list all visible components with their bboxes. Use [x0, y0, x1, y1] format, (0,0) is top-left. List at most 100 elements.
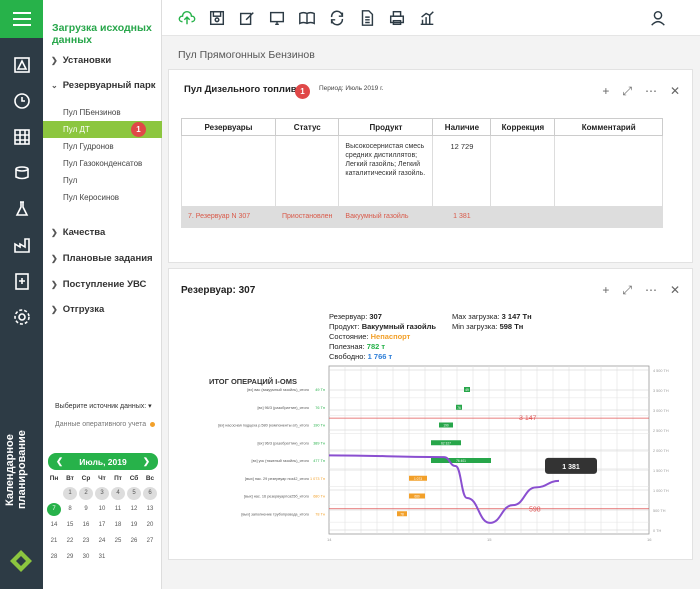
- calendar-day[interactable]: 28: [47, 551, 61, 564]
- clock-icon[interactable]: [10, 90, 34, 112]
- calendar-day[interactable]: 23: [79, 535, 93, 548]
- calendar-day[interactable]: 5: [127, 487, 141, 500]
- book-icon[interactable]: [296, 7, 318, 29]
- nav-item-pool-tar[interactable]: Пул Гудронов: [43, 138, 162, 155]
- info-value: 782 т: [366, 342, 386, 351]
- nav-tank-park[interactable]: ⌄ Резервуарный парк: [51, 80, 156, 91]
- calendar-day[interactable]: 30: [79, 551, 93, 564]
- calendar-next-button[interactable]: ❯: [143, 456, 150, 467]
- nav-shipment[interactable]: ❯ Отгрузка: [51, 304, 104, 315]
- column-header[interactable]: Наличие: [432, 118, 492, 136]
- column-header[interactable]: Коррекция: [490, 118, 556, 136]
- more-icon[interactable]: ⋯: [645, 84, 657, 99]
- calendar-day[interactable]: 13: [143, 503, 157, 516]
- close-icon[interactable]: ✕: [670, 283, 680, 298]
- clipboard-plus-icon[interactable]: [10, 270, 34, 292]
- calendar-day[interactable]: 16: [79, 519, 93, 532]
- nav-quality[interactable]: ❯ Качества: [51, 227, 105, 238]
- refresh-icon[interactable]: [326, 7, 348, 29]
- y-tick-label: 1 000 ТН: [653, 489, 669, 493]
- calendar-day[interactable]: 25: [111, 535, 125, 548]
- expand-icon[interactable]: ⤢: [622, 283, 632, 298]
- calendar-day[interactable]: 18: [111, 519, 125, 532]
- max-line-label: 3 147: [519, 415, 537, 422]
- user-icon[interactable]: [647, 7, 669, 29]
- calendar-day[interactable]: 21: [47, 535, 61, 548]
- status-dot-icon: [150, 422, 156, 427]
- correction-cell[interactable]: [490, 135, 556, 206]
- row-value: 389 Тн: [313, 441, 325, 445]
- save-icon[interactable]: [206, 7, 228, 29]
- calendar-day[interactable]: 1: [63, 487, 77, 500]
- table-row-selected[interactable]: 7. Резервуар N 307 Приостановлен Вакуумн…: [181, 205, 663, 228]
- calendar-day[interactable]: 27: [143, 535, 157, 548]
- add-icon[interactable]: +: [602, 283, 609, 298]
- calendar-day[interactable]: 7: [47, 503, 61, 516]
- calendar-day[interactable]: 14: [47, 519, 61, 532]
- nav-item-pool-gasoline[interactable]: Пул ПБензинов: [43, 104, 162, 121]
- more-icon[interactable]: ⋯: [645, 283, 657, 298]
- calendar-day[interactable]: 11: [111, 503, 125, 516]
- tooltip-value: 1 381: [562, 464, 580, 471]
- calendar-day[interactable]: 2: [79, 487, 93, 500]
- column-header[interactable]: Продукт: [338, 118, 434, 136]
- nav-label: Пул ДТ: [63, 125, 90, 134]
- info-value: Вакуумный газойль: [361, 322, 436, 331]
- source-option[interactable]: Данные оперативного учета: [55, 421, 156, 428]
- calendar-day[interactable]: 6: [143, 487, 157, 500]
- calendar-day[interactable]: 8: [63, 503, 77, 516]
- nav-uvs-input[interactable]: ❯ Поступление УВС: [51, 279, 146, 290]
- calendar-day[interactable]: 4: [111, 487, 125, 500]
- close-icon[interactable]: ✕: [670, 84, 680, 99]
- expand-icon[interactable]: ⤢: [622, 84, 632, 99]
- info-label: Продукт:: [329, 322, 360, 331]
- tank-icon[interactable]: [10, 162, 34, 184]
- column-header[interactable]: Статус: [274, 118, 340, 136]
- column-header[interactable]: Резервуары: [181, 118, 276, 136]
- calendar-day[interactable]: 17: [95, 519, 109, 532]
- calendar-day[interactable]: 10: [95, 503, 109, 516]
- cube-icon[interactable]: [10, 54, 34, 76]
- calendar-weekday: Вт: [66, 475, 74, 482]
- menu-icon[interactable]: [0, 0, 43, 38]
- calendar-prev-button[interactable]: ❮: [56, 456, 63, 467]
- document-icon[interactable]: [356, 7, 378, 29]
- source-select-label: Выберите источник данных:: [55, 403, 147, 410]
- calendar-day[interactable]: 12: [127, 503, 141, 516]
- row-value: 1 073 Тн: [310, 477, 325, 481]
- nav-installations[interactable]: ❯ Установки: [51, 55, 111, 66]
- calendar-day[interactable]: 29: [63, 551, 77, 564]
- plant-icon[interactable]: [10, 234, 34, 256]
- nav-item-pool-condensate[interactable]: Пул Газоконденсатов: [43, 155, 162, 172]
- chart-icon[interactable]: [416, 7, 438, 29]
- edit-icon[interactable]: [236, 7, 258, 29]
- y-tick-label: 2 000 ТН: [653, 449, 669, 453]
- comment-cell[interactable]: [554, 135, 663, 206]
- flask-icon[interactable]: [10, 198, 34, 220]
- calendar-grid: Пн Вт Ср Чт Пт Сб Вс 1 2 3 4 5 6 7 8 9 10 11 12 13 14 15 16 17 1…: [46, 474, 160, 564]
- source-select[interactable]: Выберите источник данных: ▾: [55, 402, 152, 410]
- column-header[interactable]: Комментарий: [554, 118, 663, 136]
- print-icon[interactable]: [386, 7, 408, 29]
- calendar-day[interactable]: 22: [63, 535, 77, 548]
- cloud-upload-icon[interactable]: [176, 7, 198, 29]
- monitor-icon[interactable]: [266, 7, 288, 29]
- table-row[interactable]: Высокосернистая смесь средних дистиллято…: [181, 135, 663, 206]
- add-icon[interactable]: +: [602, 84, 609, 99]
- nav-item-pool-kerosene[interactable]: Пул Керосинов: [43, 189, 162, 206]
- nav-plan-tasks[interactable]: ❯ Плановые задания: [51, 253, 153, 264]
- nav-item-pool[interactable]: Пул: [43, 172, 162, 189]
- calendar-day[interactable]: 3: [95, 487, 109, 500]
- calendar-day[interactable]: 15: [63, 519, 77, 532]
- calendar-day[interactable]: 9: [79, 503, 93, 516]
- calendar-day[interactable]: 26: [127, 535, 141, 548]
- calendar-day[interactable]: 20: [143, 519, 157, 532]
- grid-icon[interactable]: [10, 126, 34, 148]
- comment-cell[interactable]: [554, 205, 663, 228]
- calendar-day[interactable]: 19: [127, 519, 141, 532]
- calendar-day[interactable]: 24: [95, 535, 109, 548]
- calendar-weekday: Ср: [81, 475, 91, 482]
- calendar-day[interactable]: 31: [95, 551, 109, 564]
- correction-cell[interactable]: [490, 205, 556, 228]
- gear-icon[interactable]: [10, 306, 34, 328]
